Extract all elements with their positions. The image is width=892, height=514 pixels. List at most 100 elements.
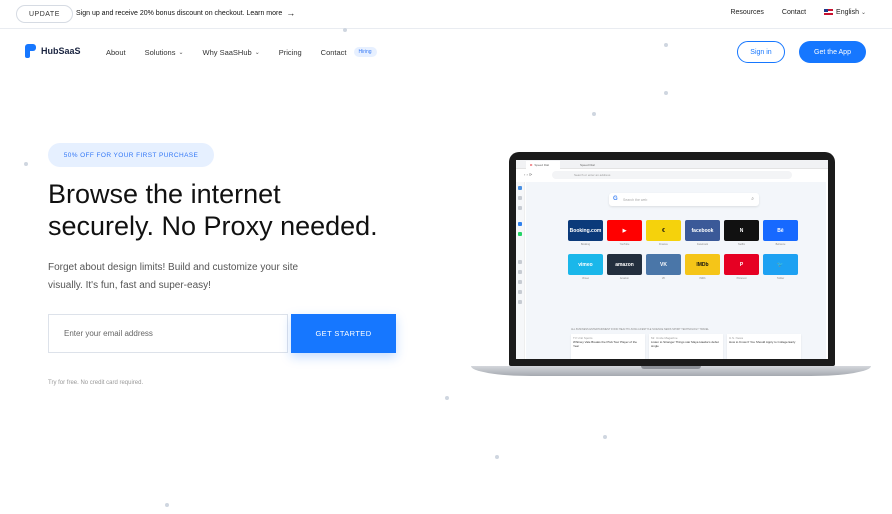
news-card: TV Unit Sports Whitney Vale Breaks the PG… <box>571 334 645 359</box>
sidebar-icon <box>518 186 522 190</box>
email-input[interactable]: Enter your email address <box>48 314 288 353</box>
sidebar-icon <box>518 196 522 200</box>
speed-dial-page: G Search the web ⌕ Booking.com Booking ▶ Yo… <box>526 182 826 359</box>
speed-dial-caption: Netflix <box>738 243 745 246</box>
tab-label: Speed Dial <box>534 163 550 167</box>
top-links: Resources Contact English ⌄ <box>730 9 866 16</box>
speed-dial-tile: facebook <box>685 220 720 241</box>
speed-dial-tile: vimeo <box>568 254 603 275</box>
decor-dot <box>664 43 668 47</box>
speed-dial-tile: 🐦 <box>763 254 798 275</box>
search-placeholder: Search the web <box>623 197 648 202</box>
nav-item-contact[interactable]: Contact Hiring <box>321 47 377 57</box>
hero-subtitle-line1: Forget about design limits! Build and cu… <box>48 262 299 273</box>
news-card: U.S. News How to Know If You Should Apply… <box>727 334 801 359</box>
brand-logo[interactable]: HubSaaS <box>25 44 81 58</box>
speed-dial-tile: Booking.com <box>568 220 603 241</box>
hero-title: Browse the internet securely. No Proxy n… <box>48 178 428 242</box>
tab-label: Speed Dial <box>580 163 595 167</box>
hero-title-line2: securely. No Proxy needed. <box>48 211 378 241</box>
speed-dial-caption: IMDb <box>699 277 706 280</box>
nav-item-why-saashub[interactable]: Why SaaSHub ⌄ <box>203 48 260 57</box>
nav-label: Contact <box>320 47 347 57</box>
promo-text: Sign up and receive 20% bonus discount o… <box>76 10 283 17</box>
nav-item-pricing[interactable]: Pricing <box>279 48 302 57</box>
language-selector[interactable]: English ⌄ <box>824 9 866 16</box>
nav-item-about[interactable]: About <box>106 48 126 57</box>
announcement-bar: UPDATE Sign up and receive 20% bonus dis… <box>0 0 892 29</box>
speed-dial-caption: VK <box>661 277 666 280</box>
web-search-box: G Search the web ⌕ <box>609 193 759 206</box>
chevron-down-icon: ⌄ <box>178 49 184 56</box>
sidebar-icon <box>518 280 522 284</box>
speed-dial-tile: VK <box>646 254 681 275</box>
laptop-illustration: O Speed Dial Speed Dial ‹ › ⟳ Search or e… <box>471 152 871 384</box>
nav-label: About <box>106 47 126 57</box>
speed-dial-caption: Behance <box>775 243 786 246</box>
decor-dot <box>603 435 607 439</box>
browser-nav-icons: ‹ › ⟳ <box>524 172 533 177</box>
news-categories: ALL BUSINESS ENTERTAINMENT FOOD HEALTH L… <box>571 328 709 331</box>
arrow-right-icon: → <box>286 8 296 18</box>
speed-dial-caption: Booking <box>580 243 591 246</box>
google-icon: G <box>613 196 618 202</box>
resources-link[interactable]: Resources <box>730 9 763 16</box>
speed-dial-caption: Amazon <box>619 277 630 280</box>
get-the-app-button[interactable]: Get the App <box>799 41 866 63</box>
speed-dial-tile: € <box>646 220 681 241</box>
browser-tabs: O Speed Dial Speed Dial <box>516 160 828 169</box>
laptop-base <box>471 366 871 376</box>
sidebar-icon <box>518 222 522 226</box>
speed-dial-caption: Pinterest <box>736 277 747 280</box>
sign-in-button[interactable]: Sign in <box>737 41 785 63</box>
speed-dial-tile: Bē <box>763 220 798 241</box>
sidebar-icon <box>518 232 522 236</box>
opera-logo-icon: O <box>530 163 533 167</box>
sidebar-icon <box>518 270 522 274</box>
browser-tab: Speed Dial <box>576 161 636 169</box>
speed-dial-caption: Vimeo <box>581 277 590 280</box>
sidebar-icon <box>518 206 522 210</box>
speed-dial-tile: IMDb <box>685 254 720 275</box>
decor-dot <box>165 503 169 507</box>
browser-screenshot: O Speed Dial Speed Dial ‹ › ⟳ Search or e… <box>516 160 828 359</box>
speed-dial-tile: amazon <box>607 254 642 275</box>
language-label: English <box>836 9 860 16</box>
logo-icon <box>25 44 36 58</box>
decor-dot <box>445 396 449 400</box>
nav-label: Solutions <box>144 47 176 57</box>
decor-dot <box>495 455 499 459</box>
nav-links: About Solutions ⌄ Why SaaSHub ⌄ Pricing Co… <box>106 47 396 57</box>
decor-dot <box>592 112 596 116</box>
speed-dial-tile: ▶ <box>607 220 642 241</box>
speed-dial-caption: YouTube <box>619 243 630 246</box>
news-card: Mr. Uncle Magazine Listen to Stranger Thi… <box>649 334 723 359</box>
nav-item-solutions[interactable]: Solutions ⌄ <box>145 48 184 57</box>
main-nav: HubSaaS About Solutions ⌄ Why SaaSHub ⌄ Pr… <box>0 30 892 76</box>
brand-name: HubSaaS <box>41 46 81 56</box>
decor-dot <box>343 28 347 32</box>
nav-label: Pricing <box>278 47 302 57</box>
sidebar-icon <box>518 300 522 304</box>
speed-dial-caption: Twitter <box>776 277 785 280</box>
contact-link[interactable]: Contact <box>782 9 806 16</box>
speed-dial-tile: N <box>724 220 759 241</box>
address-bar: Search or enter an address <box>552 171 792 179</box>
decor-dot <box>24 162 28 166</box>
get-started-button[interactable]: GET STARTED <box>291 314 396 353</box>
update-badge: UPDATE <box>16 5 73 23</box>
decor-dot <box>664 91 668 95</box>
hero-title-line1: Browse the internet <box>48 179 281 209</box>
us-flag-icon <box>824 9 834 16</box>
chevron-down-icon: ⌄ <box>860 10 866 16</box>
browser-sidebar <box>516 182 525 359</box>
chevron-down-icon: ⌄ <box>254 49 260 56</box>
laptop-lid: O Speed Dial Speed Dial ‹ › ⟳ Search or e… <box>509 152 835 366</box>
hero-subtitle: Forget about design limits! Build and cu… <box>48 259 348 295</box>
sidebar-icon <box>518 290 522 294</box>
news-headline: Listen to Stranger Things star Maya Hawk… <box>651 340 719 348</box>
browser-tab: O Speed Dial <box>526 161 560 169</box>
nav-label: Why SaaSHub <box>202 47 252 57</box>
promo-link[interactable]: Sign up and receive 20% bonus discount o… <box>76 9 295 18</box>
hiring-badge: Hiring <box>353 47 377 57</box>
